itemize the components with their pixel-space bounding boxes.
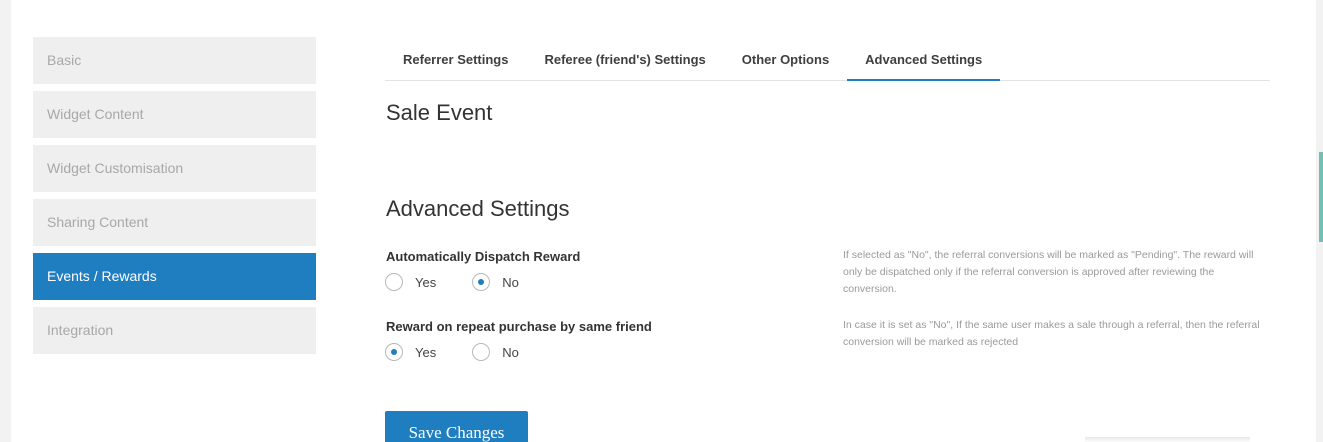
repeat-purchase-radio-group: Yes No — [385, 343, 537, 361]
dispatch-yes-label: Yes — [415, 274, 437, 290]
repeat-yes-option[interactable]: Yes — [385, 343, 436, 361]
advanced-settings-heading: Advanced Settings — [386, 196, 570, 221]
repeat-purchase-help: In case it is set as "No", If the same u… — [843, 319, 1260, 348]
dispatch-no-option[interactable]: No — [472, 273, 519, 291]
tab-advanced-settings[interactable]: Advanced Settings — [847, 44, 1001, 81]
tab-bar: Referrer Settings Referee (friend's) Set… — [385, 44, 1270, 81]
repeat-no-label: No — [502, 344, 519, 360]
dispatch-reward-label: Automatically Dispatch Reward — [386, 249, 581, 264]
scroll-accent — [1319, 152, 1323, 242]
dispatch-reward-radio-group: Yes No — [385, 273, 537, 291]
sidebar: Basic Widget Content Widget Customisatio… — [33, 37, 316, 361]
sidebar-item-widget-content[interactable]: Widget Content — [33, 91, 316, 138]
repeat-purchase-label: Reward on repeat purchase by same friend — [386, 319, 652, 334]
sidebar-item-events-rewards[interactable]: Events / Rewards — [33, 253, 316, 300]
repeat-no-option[interactable]: No — [472, 343, 519, 361]
bottom-shadow — [1085, 437, 1250, 442]
sidebar-item-sharing-content[interactable]: Sharing Content — [33, 199, 316, 246]
tab-other-options[interactable]: Other Options — [724, 44, 847, 81]
dispatch-yes-radio[interactable] — [385, 273, 403, 291]
tab-referrer-settings[interactable]: Referrer Settings — [385, 44, 526, 81]
save-changes-button[interactable]: Save Changes — [385, 411, 528, 442]
sidebar-item-basic[interactable]: Basic — [33, 37, 316, 84]
dispatch-no-radio[interactable] — [472, 273, 491, 291]
repeat-no-radio[interactable] — [472, 343, 491, 361]
tab-referee-settings[interactable]: Referee (friend's) Settings — [526, 44, 723, 81]
sidebar-item-widget-customisation[interactable]: Widget Customisation — [33, 145, 316, 192]
sale-event-heading: Sale Event — [386, 100, 493, 125]
repeat-yes-label: Yes — [415, 344, 437, 360]
dispatch-no-label: No — [502, 274, 519, 290]
dispatch-yes-option[interactable]: Yes — [385, 273, 436, 291]
repeat-yes-radio[interactable] — [385, 343, 403, 361]
dispatch-reward-help: If selected as "No", the referral conver… — [843, 249, 1254, 295]
sidebar-item-integration[interactable]: Integration — [33, 307, 316, 354]
